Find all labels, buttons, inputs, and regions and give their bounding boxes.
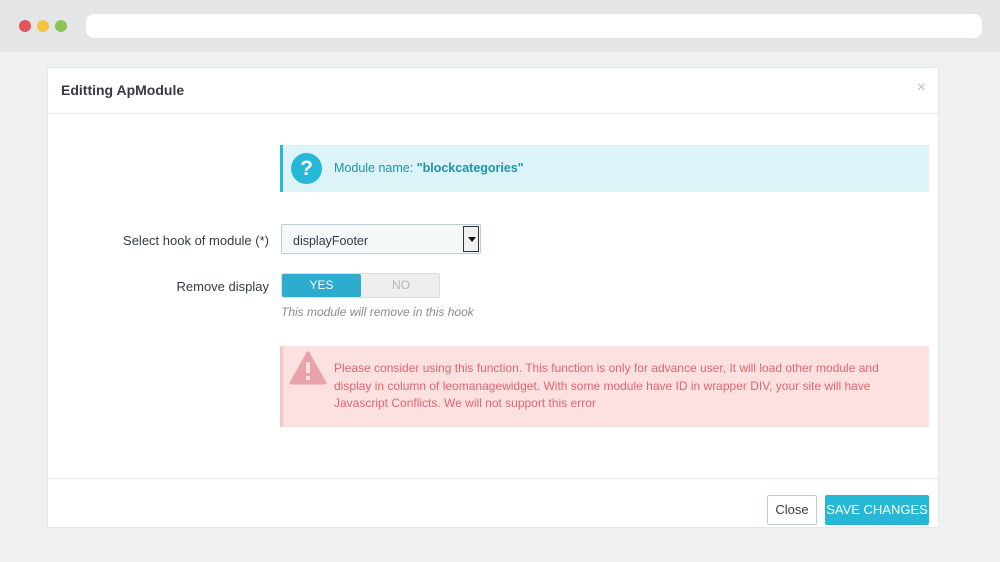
module-name-text: Module name: "blockcategories" [334,161,524,175]
address-bar[interactable] [86,14,982,38]
modal-header: Editting ApModule × [48,68,938,114]
edit-module-modal: Editting ApModule × ? Module name: "bloc… [47,67,939,528]
module-name-value: "blockcategories" [416,161,524,175]
save-changes-button[interactable]: SAVE CHANGES [825,495,929,525]
modal-title: Editting ApModule [61,82,185,98]
modal-footer: Close SAVE CHANGES [48,478,938,528]
chevron-down-icon[interactable] [463,226,479,252]
close-icon[interactable]: × [917,79,926,97]
question-icon: ? [291,153,322,184]
hook-select-label: Select hook of module (*) [123,233,269,248]
warning-icon [289,351,327,385]
browser-chrome [0,0,1000,52]
toggle-yes-option[interactable]: YES [282,274,361,297]
info-alert: ? Module name: "blockcategories" [280,145,929,192]
window-minimize-dot[interactable] [37,20,49,32]
close-button[interactable]: Close [767,495,817,525]
module-name-prefix: Module name: [334,161,417,175]
warning-text: Please consider using this function. Thi… [334,361,879,410]
window-maximize-dot[interactable] [55,20,67,32]
remove-display-help: This module will remove in this hook [281,305,474,319]
hook-select-value: displayFooter [293,234,369,248]
warning-alert: Please consider using this function. Thi… [280,346,929,427]
hook-select[interactable]: displayFooter [281,224,481,254]
remove-display-label: Remove display [176,279,270,294]
window-close-dot[interactable] [19,20,31,32]
remove-display-toggle[interactable]: YES NO [281,273,440,298]
toggle-no-option[interactable]: NO [362,274,440,297]
